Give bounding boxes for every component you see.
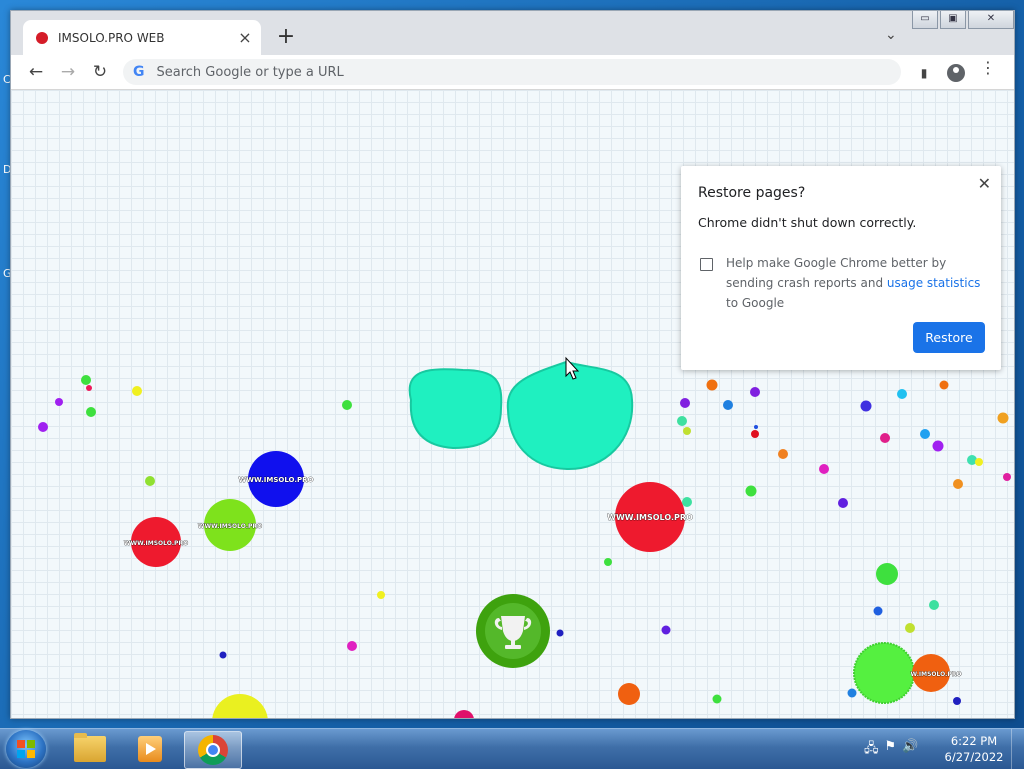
help-text-after: to Google <box>726 296 785 310</box>
minimize-button[interactable]: ▭ <box>912 11 938 29</box>
reload-button[interactable]: ↻ <box>89 61 111 83</box>
lime-cell: WWW.IMSOLO.PRO <box>198 499 262 551</box>
media-player-icon <box>138 736 162 762</box>
restore-pages-dialog: Restore pages? ✕ Chrome didn't shut down… <box>681 166 1001 370</box>
omnibox[interactable]: G <box>123 59 901 85</box>
dialog-title: Restore pages? <box>698 185 806 201</box>
restore-button[interactable]: Restore <box>913 322 985 353</box>
player-cell-left <box>408 368 503 450</box>
new-tab-button[interactable]: + <box>273 25 299 51</box>
browser-toolbar: ← → ↻ G ▮ ⋮ <box>11 55 1014 90</box>
cell-name-label: WWW.IMSOLO.PRO <box>124 540 188 547</box>
system-tray: 🖧 ⚑ 🔊 <box>864 739 918 761</box>
clock[interactable]: 6:22 PM 6/27/2022 <box>944 733 1004 765</box>
cell-name-label: W.IMSOLO.PRO <box>910 671 961 678</box>
network-icon[interactable]: 🖧 <box>864 739 879 761</box>
chrome-window: IMSOLO.PRO WEB × + ⌄ ▭ ▣ ✕ ← → ↻ G ▮ ⋮ <box>10 10 1015 719</box>
maximize-button[interactable]: ▣ <box>940 11 966 29</box>
red-cell-center: WWW.IMSOLO.PRO <box>607 482 693 552</box>
side-panel-icon[interactable]: ▮ <box>913 62 935 84</box>
close-window-button[interactable]: ✕ <box>968 11 1014 29</box>
menu-button[interactable]: ⋮ <box>977 60 999 86</box>
close-icon[interactable]: ✕ <box>978 174 991 193</box>
show-desktop-button[interactable] <box>1011 729 1024 769</box>
red-cell-left: WWW.IMSOLO.PRO <box>124 517 188 567</box>
player-cell-right <box>506 360 634 471</box>
game-canvas[interactable]: WWW.IMSOLO.PRO WWW.IMSOLO.PRO WWW.IMSOLO… <box>11 90 1014 718</box>
favicon-icon <box>36 31 48 44</box>
google-icon: G <box>133 64 145 80</box>
avatar-icon <box>947 64 965 82</box>
orange-cell: W.IMSOLO.PRO <box>910 654 962 692</box>
tab-title: IMSOLO.PRO WEB <box>58 30 165 45</box>
taskbar: 🖧 ⚑ 🔊 6:22 PM 6/27/2022 <box>0 728 1024 769</box>
blue-cell: WWW.IMSOLO.PRO <box>238 451 314 507</box>
profile-button[interactable] <box>945 62 967 84</box>
cell-name-label: WWW.IMSOLO.PRO <box>198 523 262 530</box>
taskbar-chrome[interactable] <box>184 731 242 769</box>
address-input[interactable] <box>154 63 859 81</box>
windows-logo-icon <box>17 740 35 758</box>
folder-icon <box>74 733 106 762</box>
tab-strip: IMSOLO.PRO WEB × + ⌄ ▭ ▣ ✕ <box>11 11 1014 55</box>
back-button[interactable]: ← <box>25 61 47 83</box>
forward-button[interactable]: → <box>57 61 79 83</box>
chevron-down-icon[interactable]: ⌄ <box>885 27 897 43</box>
clock-time: 6:22 PM <box>950 734 998 748</box>
crash-report-checkbox[interactable] <box>700 258 713 271</box>
browser-tab[interactable]: IMSOLO.PRO WEB × <box>23 20 261 55</box>
taskbar-explorer[interactable] <box>62 731 118 767</box>
green-cell <box>853 642 915 704</box>
start-button[interactable] <box>6 730 46 768</box>
usage-statistics-link[interactable]: usage statistics <box>887 276 981 290</box>
tab-close-icon[interactable]: × <box>235 28 255 47</box>
flag-icon[interactable]: ⚑ <box>885 739 897 761</box>
window-controls: ▭ ▣ ✕ <box>910 11 1014 29</box>
yellow-cell <box>212 694 268 718</box>
crash-report-help-text: Help make Google Chrome better by sendin… <box>726 253 991 313</box>
volume-icon[interactable]: 🔊 <box>902 739 918 761</box>
chrome-icon <box>198 735 228 765</box>
dialog-message: Chrome didn't shut down correctly. <box>698 215 917 230</box>
taskbar-media-player[interactable] <box>122 731 178 767</box>
cell-name-label: WWW.IMSOLO.PRO <box>239 476 314 484</box>
cell-name-label: WWW.IMSOLO.PRO <box>607 513 693 522</box>
trophy-cell[interactable] <box>476 594 550 668</box>
clock-date: 6/27/2022 <box>944 750 1004 764</box>
